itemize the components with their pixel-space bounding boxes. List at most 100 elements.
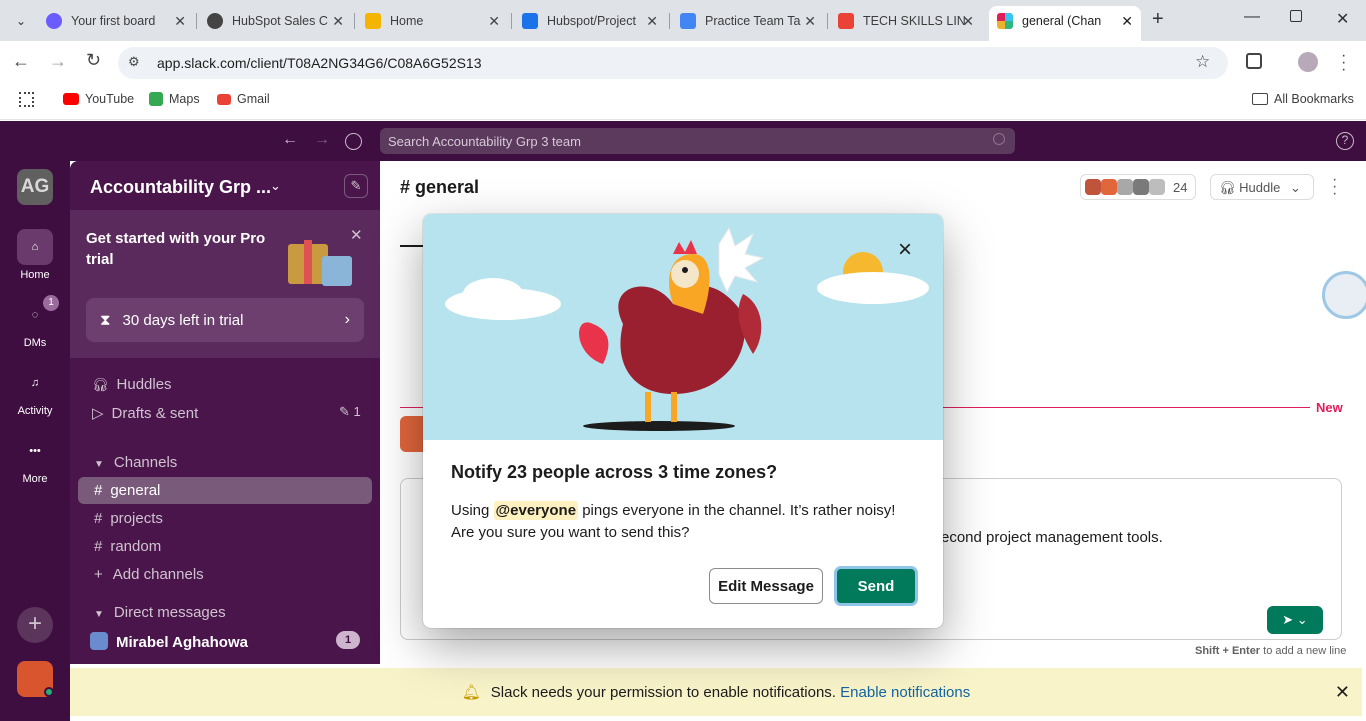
notify-everyone-dialog: × Notify 23 people across 3 time zones? … xyxy=(423,214,943,628)
everyone-mention: @everyone xyxy=(493,501,579,520)
sidebar-item-huddles[interactable]: 🎧︎ Huddles xyxy=(92,376,172,393)
folder-icon xyxy=(1252,93,1268,105)
add-channels-button[interactable]: + Add channels xyxy=(94,566,204,583)
rail-activity[interactable]: ♫ Activity xyxy=(0,365,70,417)
browser-tab[interactable]: Your first board ✕ xyxy=(46,7,186,35)
hourglass-icon: ⧗ xyxy=(100,311,111,329)
gmail-favicon-icon xyxy=(838,13,854,29)
rail-dms[interactable]: ◌ DMs 1 xyxy=(0,295,70,349)
close-tab-icon[interactable]: ✕ xyxy=(1121,13,1133,30)
close-tab-icon[interactable]: ✕ xyxy=(804,13,816,30)
workspace-chevron-down-icon[interactable]: ⌄ xyxy=(270,178,281,194)
browser-tab[interactable]: HubSpot Sales C ✕ xyxy=(207,7,344,35)
monday-favicon-icon xyxy=(46,13,62,29)
tab-search-icon[interactable]: ⌄ xyxy=(10,10,32,32)
compose-button[interactable]: ✎ xyxy=(344,174,368,198)
history-forward-icon[interactable]: → xyxy=(314,131,330,149)
history-back-icon[interactable]: ← xyxy=(282,131,298,149)
forward-icon[interactable]: → xyxy=(49,51,67,72)
sidebar-channel-random[interactable]: # random xyxy=(94,538,161,555)
docs-favicon-icon xyxy=(680,13,696,29)
member-count: 24 xyxy=(1173,180,1188,195)
address-bar[interactable]: ⚙ app.slack.com/client/T08A2NG34G6/C08A6… xyxy=(118,47,1228,79)
bell-icon: ♫ xyxy=(30,377,40,389)
close-card-icon[interactable]: ✕ xyxy=(350,226,363,244)
bookmark-youtube[interactable]: YouTube xyxy=(63,92,134,106)
bell-icon: 🔔︎ xyxy=(461,684,481,701)
send-arrow-icon: ▷ xyxy=(92,405,104,422)
dm-section-header[interactable]: ▼ Direct messages xyxy=(94,604,226,621)
slack-favicon-icon xyxy=(997,13,1013,29)
bookmark-star-icon[interactable]: ☆ xyxy=(1195,52,1210,72)
rooster-image xyxy=(445,226,929,431)
extensions-icon[interactable] xyxy=(1246,53,1262,69)
browser-tab-strip: ⌄ Your first board ✕ HubSpot Sales C ✕ H… xyxy=(0,0,1366,41)
close-tab-icon[interactable]: ✕ xyxy=(646,13,658,30)
caret-down-icon: ▼ xyxy=(94,609,104,620)
gmail-icon xyxy=(217,93,231,105)
help-icon[interactable]: ? xyxy=(1336,132,1354,150)
minimize-icon[interactable]: — xyxy=(1244,8,1260,26)
presence-dot xyxy=(44,687,54,697)
close-banner-icon[interactable]: ✕ xyxy=(1335,682,1350,703)
bookmarks-bar xyxy=(0,85,1366,120)
channel-title[interactable]: # general xyxy=(400,177,479,198)
browser-tab[interactable]: TECH SKILLS LIN ✕ xyxy=(838,7,974,35)
sidebar-channel-projects[interactable]: # projects xyxy=(94,510,163,527)
close-tab-icon[interactable]: ✕ xyxy=(488,13,500,30)
browser-tab[interactable]: Practice Team Ta ✕ xyxy=(680,7,816,35)
active-browser-tab[interactable]: general (Channe ✕ xyxy=(989,6,1141,41)
sidebar-item-drafts[interactable]: ▷ Drafts & sent xyxy=(92,404,198,422)
huddle-button[interactable]: 🎧︎ Huddle ⌄ xyxy=(1210,174,1314,200)
chevron-down-icon[interactable]: ⌄ xyxy=(1290,180,1301,195)
restore-icon[interactable] xyxy=(1290,10,1302,22)
tab-divider xyxy=(827,13,828,29)
edit-message-button[interactable]: Edit Message xyxy=(709,568,823,604)
dialog-close-icon[interactable]: × xyxy=(893,238,917,264)
rail-more[interactable]: ••• More xyxy=(0,433,70,485)
apps-grid-icon[interactable] xyxy=(19,92,34,107)
window-close-icon[interactable]: ✕ xyxy=(1336,9,1349,29)
browser-menu-icon[interactable]: · · · xyxy=(1341,48,1346,78)
url-text: app.slack.com/client/T08A2NG34G6/C08A6G5… xyxy=(157,55,482,71)
plus-icon: + xyxy=(94,566,103,583)
back-icon[interactable]: ← xyxy=(12,51,30,72)
bookmark-maps[interactable]: Maps xyxy=(149,92,200,106)
browser-tab[interactable]: Home ✕ xyxy=(365,7,500,35)
channels-section-header[interactable]: ▼ Channels xyxy=(94,454,177,471)
hash-icon: # xyxy=(94,538,103,555)
maps-icon xyxy=(149,92,163,106)
history-clock-icon[interactable] xyxy=(345,133,362,150)
site-info-icon[interactable]: ⚙ xyxy=(128,54,140,70)
browser-tab[interactable]: Hubspot/Project ✕ xyxy=(522,7,658,35)
tab-divider xyxy=(511,13,512,29)
new-label: New xyxy=(1316,400,1343,415)
notification-permission-banner: 🔔︎ Slack needs your permission to enable… xyxy=(70,668,1362,716)
member-avatars[interactable]: 24 xyxy=(1080,174,1196,200)
reload-icon[interactable]: ↻ xyxy=(86,50,101,71)
send-button[interactable]: Send xyxy=(834,566,918,606)
workspace-name[interactable]: Accountability Grp ... xyxy=(90,177,271,198)
search-input[interactable]: Search Accountability Grp 3 team xyxy=(380,128,1015,154)
new-tab-icon[interactable]: + xyxy=(1152,8,1164,31)
trial-days-button[interactable]: ⧗ 30 days left in trial › xyxy=(86,298,364,342)
enable-notifications-link[interactable]: Enable notifications xyxy=(840,684,970,701)
loading-spinner-icon xyxy=(1322,271,1366,319)
bookmark-gmail[interactable]: Gmail xyxy=(217,92,270,106)
youtube-icon xyxy=(63,93,79,105)
channel-more-icon[interactable]: · · · xyxy=(1332,172,1337,202)
close-tab-icon[interactable]: ✕ xyxy=(962,13,974,30)
dm-user-avatar xyxy=(90,632,108,650)
dm-item-mirabel[interactable]: Mirabel Aghahowa xyxy=(90,632,248,651)
close-tab-icon[interactable]: ✕ xyxy=(332,13,344,30)
member-avatar xyxy=(1101,179,1117,195)
rail-home[interactable]: ⌂ Home xyxy=(0,229,70,281)
all-bookmarks[interactable]: All Bookmarks xyxy=(1252,92,1354,106)
close-tab-icon[interactable]: ✕ xyxy=(174,13,186,30)
send-message-button[interactable]: ➤ ⌄ xyxy=(1267,606,1323,634)
create-new-button[interactable]: + xyxy=(17,607,53,643)
headphones-icon: 🎧︎ xyxy=(92,377,109,392)
workspace-avatar[interactable]: AG xyxy=(17,169,53,205)
sidebar-channel-general[interactable]: # general xyxy=(94,482,160,499)
profile-avatar[interactable] xyxy=(1298,52,1318,72)
